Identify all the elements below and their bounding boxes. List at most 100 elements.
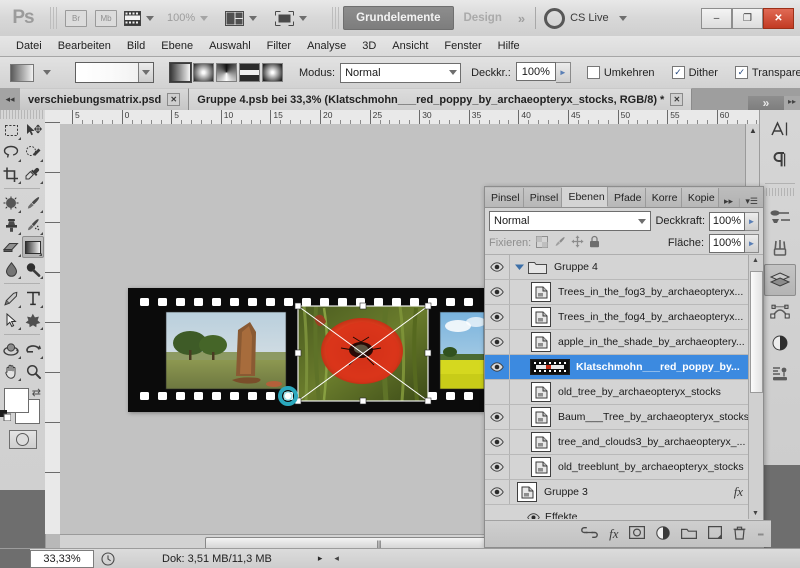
eyedropper-tool[interactable] <box>22 163 44 185</box>
layer-visibility-toggle[interactable] <box>485 330 510 354</box>
menu-datei[interactable]: Datei <box>8 37 50 55</box>
document-window[interactable] <box>128 288 486 412</box>
transparenz-checkbox[interactable]: ✓ <box>734 66 748 79</box>
layer-visibility-toggle[interactable] <box>485 430 510 454</box>
menu-fenster[interactable]: Fenster <box>436 37 489 55</box>
toolbox-grip[interactable] <box>0 110 45 119</box>
layer-row-effekte[interactable]: Effekte <box>485 505 763 519</box>
zoom-tool[interactable] <box>22 360 44 382</box>
history-panel-icon[interactable] <box>765 202 795 232</box>
zoom-level-input[interactable]: 33,33% <box>30 549 94 568</box>
flaeche-input[interactable]: 100% <box>709 233 745 253</box>
mini-bridge-button[interactable]: Mb <box>91 8 121 28</box>
blend-mode-select[interactable]: Normal <box>340 62 462 83</box>
history-brush-tool[interactable] <box>22 214 44 236</box>
gradient-preset-picker[interactable] <box>75 62 154 83</box>
tab-korrekturen[interactable]: Korre <box>645 188 682 207</box>
layer-row-klatschmohn-selected[interactable]: Klatschmohn___red_poppy_by... <box>485 355 763 380</box>
layer-visibility-toggle[interactable] <box>485 405 510 429</box>
free-transform-overlay[interactable] <box>128 288 484 412</box>
layer-row-gruppe-4[interactable]: Gruppe 4 <box>485 255 763 280</box>
restore-button[interactable]: ❐ <box>732 7 763 29</box>
umkehren-checkbox[interactable] <box>586 66 600 79</box>
linear-gradient-icon[interactable] <box>169 62 192 83</box>
type-tool[interactable] <box>22 287 44 309</box>
custom-shape-tool[interactable] <box>22 309 44 331</box>
close-icon[interactable]: ✕ <box>167 93 181 106</box>
layer-effects-indicator[interactable]: fx <box>734 484 749 500</box>
deckkraft-slider-button[interactable]: ► <box>745 211 759 231</box>
panel-menu-icon[interactable]: ▾☰ <box>745 196 758 207</box>
layer-row-baum-tree[interactable]: Baum___Tree_by_archaeopteryx_stocks <box>485 405 763 430</box>
minimize-button[interactable]: – <box>701 7 732 29</box>
lock-image-pixels-icon[interactable] <box>553 236 566 251</box>
layer-row-gruppe-3[interactable]: Gruppe 3 fx ▲ <box>485 480 763 505</box>
bridge-button[interactable]: Br <box>61 8 91 28</box>
cs-live-button[interactable]: CS Live <box>544 7 627 29</box>
tab-pinsel-1[interactable]: Pinsel <box>485 188 524 207</box>
pen-tool[interactable] <box>0 287 22 309</box>
screen-mode-button[interactable] <box>272 8 310 28</box>
layer-visibility-toggle[interactable] <box>485 305 510 329</box>
layer-visibility-toggle[interactable] <box>485 480 510 504</box>
close-button[interactable]: ✕ <box>763 7 794 29</box>
document-tab-gruppe4[interactable]: Gruppe 4.psb bei 33,3% (Klatschmohn___re… <box>189 88 693 110</box>
character-panel-icon[interactable] <box>765 114 795 144</box>
new-group-icon[interactable] <box>681 527 698 542</box>
eye-icon[interactable] <box>527 512 540 519</box>
close-icon[interactable]: ✕ <box>670 93 684 106</box>
transparenz-checkbox-row[interactable]: ✓ Transparenz <box>734 66 800 79</box>
scroll-down-icon[interactable]: ▼ <box>752 510 759 517</box>
layers-panel-icon[interactable] <box>764 264 796 296</box>
workspace-tab-design[interactable]: Design <box>454 7 512 29</box>
paths-panel-icon[interactable] <box>765 297 795 327</box>
3d-camera-rotate-tool[interactable] <box>22 338 44 360</box>
workspace-tab-grundelemente[interactable]: Grundelemente <box>343 6 454 30</box>
layer-visibility-toggle[interactable] <box>485 380 510 404</box>
menu-analyse[interactable]: Analyse <box>299 37 354 55</box>
lasso-tool[interactable] <box>0 141 22 163</box>
menu-filter[interactable]: Filter <box>259 37 299 55</box>
default-colors-icon[interactable] <box>0 410 12 422</box>
gradient-tool[interactable] <box>22 236 44 258</box>
layer-visibility-toggle[interactable] <box>485 255 510 279</box>
crop-tool[interactable] <box>0 163 22 185</box>
adjustments-panel-icon[interactable] <box>765 328 795 358</box>
dither-checkbox[interactable]: ✓ <box>671 66 685 79</box>
lock-all-icon[interactable] <box>589 235 600 251</box>
add-layer-style-icon[interactable]: fx <box>609 526 618 542</box>
add-layer-mask-icon[interactable] <box>629 526 646 542</box>
menu-hilfe[interactable]: Hilfe <box>490 37 528 55</box>
layer-row-trees-fog4[interactable]: Trees_in_the_fog4_by_archaeopteryx... <box>485 305 763 330</box>
tabbar-collapse-right[interactable]: ▸▸ <box>784 96 800 110</box>
active-tool-preset-button[interactable] <box>10 63 51 82</box>
delete-layer-icon[interactable] <box>733 526 746 543</box>
menu-bearbeiten[interactable]: Bearbeiten <box>50 37 119 55</box>
workspace-overflow-icon[interactable]: » <box>512 11 531 26</box>
link-layers-icon[interactable] <box>581 527 598 541</box>
layer-row-trees-fog3[interactable]: Trees_in_the_fog3_by_archaeopteryx... <box>485 280 763 305</box>
layers-scroll-thumb[interactable] <box>750 271 763 393</box>
eraser-tool[interactable] <box>0 236 22 258</box>
layer-list[interactable]: Gruppe 4 Trees_in_the_fog3_by_archaeopte… <box>485 255 763 519</box>
layer-visibility-toggle[interactable] <box>485 355 510 379</box>
swap-colors-icon[interactable]: ⇄ <box>32 386 41 399</box>
dodge-tool[interactable] <box>22 258 44 280</box>
layer-row-apple-shade[interactable]: apple_in_the_shade_by_archaeoptery... <box>485 330 763 355</box>
dock-grip[interactable] <box>766 188 794 196</box>
tab-pinsel-2[interactable]: Pinsel <box>523 188 563 207</box>
umkehren-checkbox-row[interactable]: Umkehren <box>586 66 660 79</box>
brush-presets-panel-icon[interactable] <box>765 233 795 263</box>
panel-resize-grip[interactable]: ▪▪▪ <box>757 530 763 539</box>
lock-transparent-pixels-icon[interactable] <box>536 235 549 251</box>
clone-stamp-tool[interactable] <box>0 214 22 236</box>
group-disclosure-triangle[interactable] <box>510 263 528 271</box>
scroll-up-icon[interactable]: ▲ <box>752 257 759 264</box>
tab-pfade[interactable]: Pfade <box>608 188 646 207</box>
spot-healing-brush-tool[interactable] <box>0 192 22 214</box>
tab-overflow-button[interactable]: » <box>748 96 784 110</box>
opacity-slider-button[interactable]: ► <box>555 62 571 83</box>
deckkraft-input[interactable]: 100% <box>709 211 745 231</box>
tabbar-collapse-left[interactable]: ◂◂ <box>0 88 20 110</box>
radial-gradient-icon[interactable] <box>193 63 214 82</box>
